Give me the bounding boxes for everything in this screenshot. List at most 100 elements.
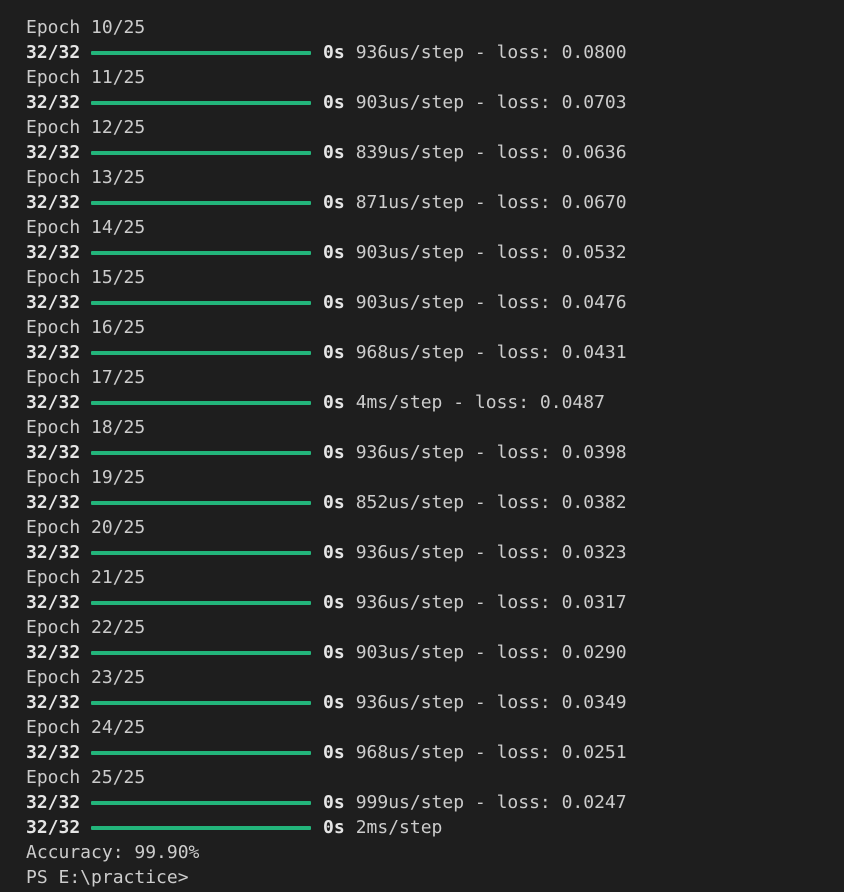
epoch-metrics: 999us/step - loss: 0.0247 [355,792,627,813]
epoch-metrics: 4ms/step - loss: 0.0487 [355,392,605,413]
eval-metrics: 2ms/step [355,817,443,838]
epoch-steps: 32/32 [26,242,81,263]
epoch-progress-bar [91,100,311,105]
epoch-progress-line: 32/32 0s 936us/step - loss: 0.0398 [26,440,844,465]
epoch-progress-bar [91,500,311,505]
epoch-progress-line: 32/32 0s 903us/step - loss: 0.0290 [26,640,844,665]
epoch-metrics: 936us/step - loss: 0.0398 [355,442,627,463]
epoch-metrics: 936us/step - loss: 0.0323 [355,542,627,563]
epoch-steps: 32/32 [26,42,81,63]
epoch-progress-line: 32/32 0s 999us/step - loss: 0.0247 [26,790,844,815]
training-log: Epoch 10/25 32/32 0s 936us/step - loss: 0.0… [26,15,844,815]
epoch-progress-line: 32/32 0s 936us/step - loss: 0.0800 [26,40,844,65]
epoch-steps: 32/32 [26,592,81,613]
epoch-progress-bar [91,700,311,705]
epoch-progress-line: 32/32 0s 936us/step - loss: 0.0349 [26,690,844,715]
eval-progress-bar [91,825,311,830]
epoch-progress-line: 32/32 0s 936us/step - loss: 0.0317 [26,590,844,615]
epoch-progress-line: 32/32 0s 903us/step - loss: 0.0703 [26,90,844,115]
epoch-duration: 0s [323,392,345,413]
epoch-duration: 0s [323,442,345,463]
epoch-label: Epoch 21/25 [26,567,146,588]
epoch-progress-bar [91,800,311,805]
epoch-label: Epoch 15/25 [26,267,146,288]
epoch-duration: 0s [323,42,345,63]
epoch-progress-line: 32/32 0s 839us/step - loss: 0.0636 [26,140,844,165]
epoch-progress-bar [91,350,311,355]
epoch-metrics: 936us/step - loss: 0.0349 [355,692,627,713]
epoch-metrics: 871us/step - loss: 0.0670 [355,192,627,213]
epoch-duration: 0s [323,92,345,113]
epoch-progress-bar [91,150,311,155]
epoch-progress-bar [91,750,311,755]
epoch-steps: 32/32 [26,542,81,563]
epoch-steps: 32/32 [26,192,81,213]
eval-duration: 0s [323,817,345,838]
epoch-label: Epoch 22/25 [26,617,146,638]
epoch-steps: 32/32 [26,742,81,763]
epoch-progress-line: 32/32 0s 968us/step - loss: 0.0431 [26,340,844,365]
epoch-duration: 0s [323,742,345,763]
epoch-steps: 32/32 [26,692,81,713]
epoch-metrics: 903us/step - loss: 0.0476 [355,292,627,313]
epoch-progress-line: 32/32 0s 968us/step - loss: 0.0251 [26,740,844,765]
epoch-steps: 32/32 [26,442,81,463]
accuracy-line: Accuracy: 99.90% [26,842,200,863]
epoch-metrics: 936us/step - loss: 0.0317 [355,592,627,613]
epoch-label: Epoch 25/25 [26,767,146,788]
epoch-duration: 0s [323,492,345,513]
epoch-duration: 0s [323,642,345,663]
epoch-progress-bar [91,650,311,655]
epoch-label: Epoch 14/25 [26,217,146,238]
epoch-metrics: 968us/step - loss: 0.0251 [355,742,627,763]
epoch-label: Epoch 13/25 [26,167,146,188]
epoch-duration: 0s [323,292,345,313]
epoch-duration: 0s [323,542,345,563]
epoch-steps: 32/32 [26,492,81,513]
epoch-duration: 0s [323,192,345,213]
epoch-duration: 0s [323,242,345,263]
epoch-metrics: 852us/step - loss: 0.0382 [355,492,627,513]
epoch-progress-bar [91,250,311,255]
epoch-progress-line: 32/32 0s 852us/step - loss: 0.0382 [26,490,844,515]
terminal-window[interactable]: Epoch 10/25 32/32 0s 936us/step - loss: 0.0… [0,0,844,892]
epoch-steps: 32/32 [26,292,81,313]
epoch-label: Epoch 19/25 [26,467,146,488]
epoch-label: Epoch 24/25 [26,717,146,738]
epoch-steps: 32/32 [26,92,81,113]
epoch-progress-bar [91,400,311,405]
epoch-progress-line: 32/32 0s 871us/step - loss: 0.0670 [26,190,844,215]
epoch-label: Epoch 10/25 [26,17,146,38]
shell-prompt[interactable]: PS E:\practice> [26,865,844,890]
epoch-steps: 32/32 [26,792,81,813]
epoch-duration: 0s [323,592,345,613]
epoch-label: Epoch 11/25 [26,67,146,88]
epoch-label: Epoch 23/25 [26,667,146,688]
epoch-progress-bar [91,200,311,205]
eval-progress-line: 32/32 0s 2ms/step [26,815,844,840]
epoch-progress-bar [91,300,311,305]
epoch-duration: 0s [323,792,345,813]
epoch-progress-line: 32/32 0s 936us/step - loss: 0.0323 [26,540,844,565]
epoch-metrics: 936us/step - loss: 0.0800 [355,42,627,63]
epoch-label: Epoch 16/25 [26,317,146,338]
epoch-progress-bar [91,600,311,605]
epoch-label: Epoch 20/25 [26,517,146,538]
epoch-steps: 32/32 [26,142,81,163]
epoch-metrics: 968us/step - loss: 0.0431 [355,342,627,363]
epoch-label: Epoch 18/25 [26,417,146,438]
epoch-label: Epoch 17/25 [26,367,146,388]
epoch-duration: 0s [323,692,345,713]
epoch-progress-bar [91,450,311,455]
epoch-label: Epoch 12/25 [26,117,146,138]
epoch-duration: 0s [323,342,345,363]
eval-steps: 32/32 [26,817,81,838]
epoch-progress-line: 32/32 0s 903us/step - loss: 0.0476 [26,290,844,315]
epoch-progress-line: 32/32 0s 903us/step - loss: 0.0532 [26,240,844,265]
epoch-metrics: 903us/step - loss: 0.0703 [355,92,627,113]
epoch-metrics: 839us/step - loss: 0.0636 [355,142,627,163]
epoch-duration: 0s [323,142,345,163]
epoch-progress-line: 32/32 0s 4ms/step - loss: 0.0487 [26,390,844,415]
epoch-metrics: 903us/step - loss: 0.0290 [355,642,627,663]
epoch-steps: 32/32 [26,642,81,663]
